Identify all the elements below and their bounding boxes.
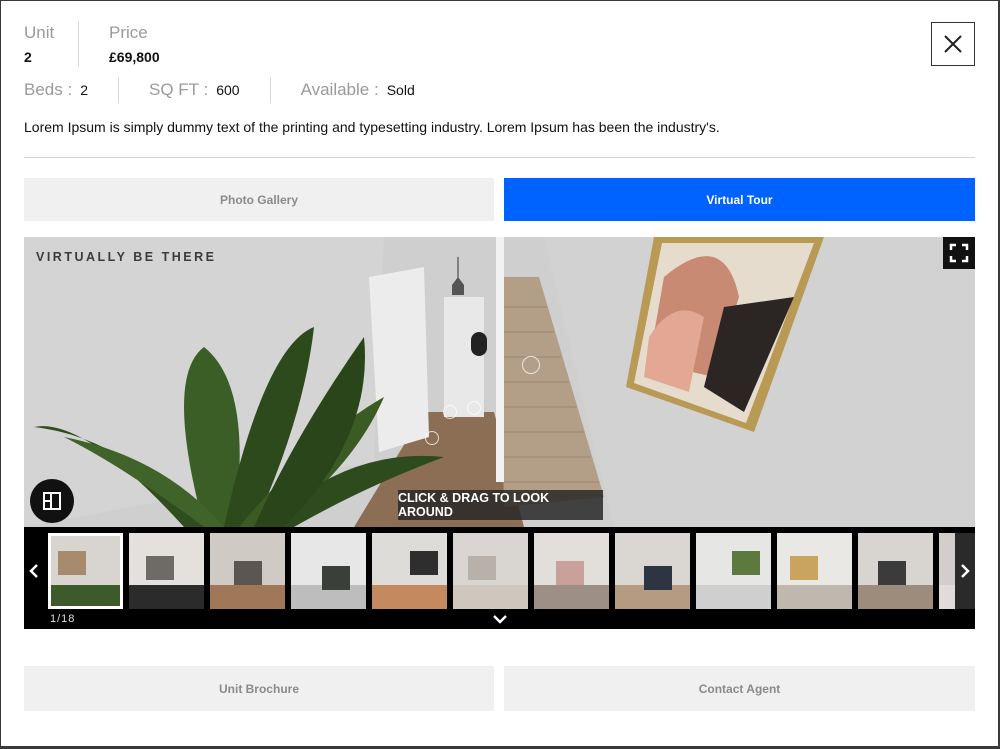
- thumbnail-image: [372, 533, 447, 609]
- thumbnail-hall-doorway[interactable]: [453, 533, 528, 609]
- thumbnail-bathroom-window[interactable]: [696, 533, 771, 609]
- thumbnail-bedroom-grey[interactable]: [858, 533, 933, 609]
- thumbnail-image: [453, 533, 528, 609]
- tab-virtual-tour[interactable]: Virtual Tour: [504, 178, 975, 221]
- contact-agent-button[interactable]: Contact Agent: [504, 666, 975, 711]
- thumbnail-image: [291, 533, 366, 609]
- panorama-image: [24, 237, 975, 527]
- thumbnail-hallway-stairs[interactable]: [48, 533, 123, 609]
- expand-thumbnails-button[interactable]: [490, 611, 510, 627]
- section-divider: [24, 157, 975, 158]
- chevron-right-icon: [961, 564, 970, 578]
- thumbnail-bathroom-round-mirror[interactable]: [777, 533, 852, 609]
- available-value: Sold: [386, 82, 415, 98]
- navigation-hotspot[interactable]: [443, 405, 457, 419]
- navigation-hotspot[interactable]: [425, 431, 439, 445]
- fullscreen-button[interactable]: [943, 237, 975, 269]
- thumbnail-image: [534, 533, 609, 609]
- sqft-field: SQ FT : 600: [149, 80, 240, 100]
- price-label: Price: [109, 23, 148, 42]
- thumbnail-kitchen[interactable]: [291, 533, 366, 609]
- thumbnail-image: [858, 533, 933, 609]
- close-button[interactable]: [931, 22, 975, 66]
- thumbnail-image: [777, 533, 852, 609]
- drag-hint: CLICK & DRAG TO LOOK AROUND: [398, 490, 603, 520]
- unit-field: Unit 2: [24, 23, 78, 67]
- floorplan-button[interactable]: [30, 479, 74, 523]
- chevron-down-icon: [493, 615, 507, 624]
- thumbnail-image: [696, 533, 771, 609]
- thumbnail-strip: 1/18: [24, 527, 975, 629]
- thumbnail-image: [48, 533, 123, 609]
- unit-value: 2: [24, 49, 32, 65]
- beds-label: Beds :: [24, 80, 73, 99]
- chevron-left-icon: [29, 564, 38, 578]
- sqft-label: SQ FT :: [149, 80, 209, 99]
- sqft-value: 600: [216, 82, 240, 98]
- tab-photo-gallery[interactable]: Photo Gallery: [24, 178, 494, 221]
- viewer-watermark: VIRTUALLY BE THERE: [36, 250, 217, 264]
- thumbnail-image: [210, 533, 285, 609]
- floorplan-icon: [43, 492, 61, 510]
- divider: [118, 77, 119, 103]
- price-value: £69,800: [109, 49, 160, 65]
- unit-details-modal: Unit 2 Price £69,800 Beds : 2 SQ FT : 60…: [1, 1, 998, 746]
- thumbnail-bedroom-partial[interactable]: [939, 533, 955, 609]
- available-label: Available :: [300, 80, 379, 99]
- fullscreen-icon: [949, 243, 969, 263]
- unit-label: Unit: [24, 23, 55, 42]
- unit-specs-row: Beds : 2 SQ FT : 600 Available : Sold: [24, 77, 415, 103]
- navigation-hotspot[interactable]: [467, 401, 481, 415]
- thumbnail-hall-mirror[interactable]: [372, 533, 447, 609]
- thumbnail-living-room-sofa[interactable]: [210, 533, 285, 609]
- unit-price-row: Unit 2 Price £69,800: [24, 21, 160, 67]
- divider: [78, 21, 79, 67]
- thumbnail-image: [615, 533, 690, 609]
- thumbnail-bedroom-double[interactable]: [615, 533, 690, 609]
- scene-counter: 1/18: [50, 613, 76, 625]
- beds-field: Beds : 2: [24, 80, 88, 100]
- unit-brochure-button[interactable]: Unit Brochure: [24, 666, 494, 711]
- price-field: Price £69,800: [109, 23, 160, 67]
- divider: [269, 77, 271, 103]
- beds-value: 2: [80, 82, 88, 98]
- thumbnail-image: [129, 533, 204, 609]
- thumbnails-next-button[interactable]: [955, 533, 975, 609]
- navigation-hotspot[interactable]: [522, 356, 540, 374]
- virtual-tour-viewer[interactable]: VIRTUALLY BE THERE CLICK & DRAG TO LOOK …: [24, 237, 975, 629]
- available-field: Available : Sold: [301, 80, 415, 100]
- thumbnail-living-room-ceiling-light[interactable]: [129, 533, 204, 609]
- thumbnails-prev-button[interactable]: [24, 533, 44, 609]
- close-icon: [944, 35, 962, 53]
- unit-description: Lorem Ipsum is simply dummy text of the …: [24, 119, 720, 135]
- thumbnail-image: [939, 533, 955, 609]
- panorama-view[interactable]: VIRTUALLY BE THERE CLICK & DRAG TO LOOK …: [24, 237, 975, 527]
- thumbnail-bedroom-pink[interactable]: [534, 533, 609, 609]
